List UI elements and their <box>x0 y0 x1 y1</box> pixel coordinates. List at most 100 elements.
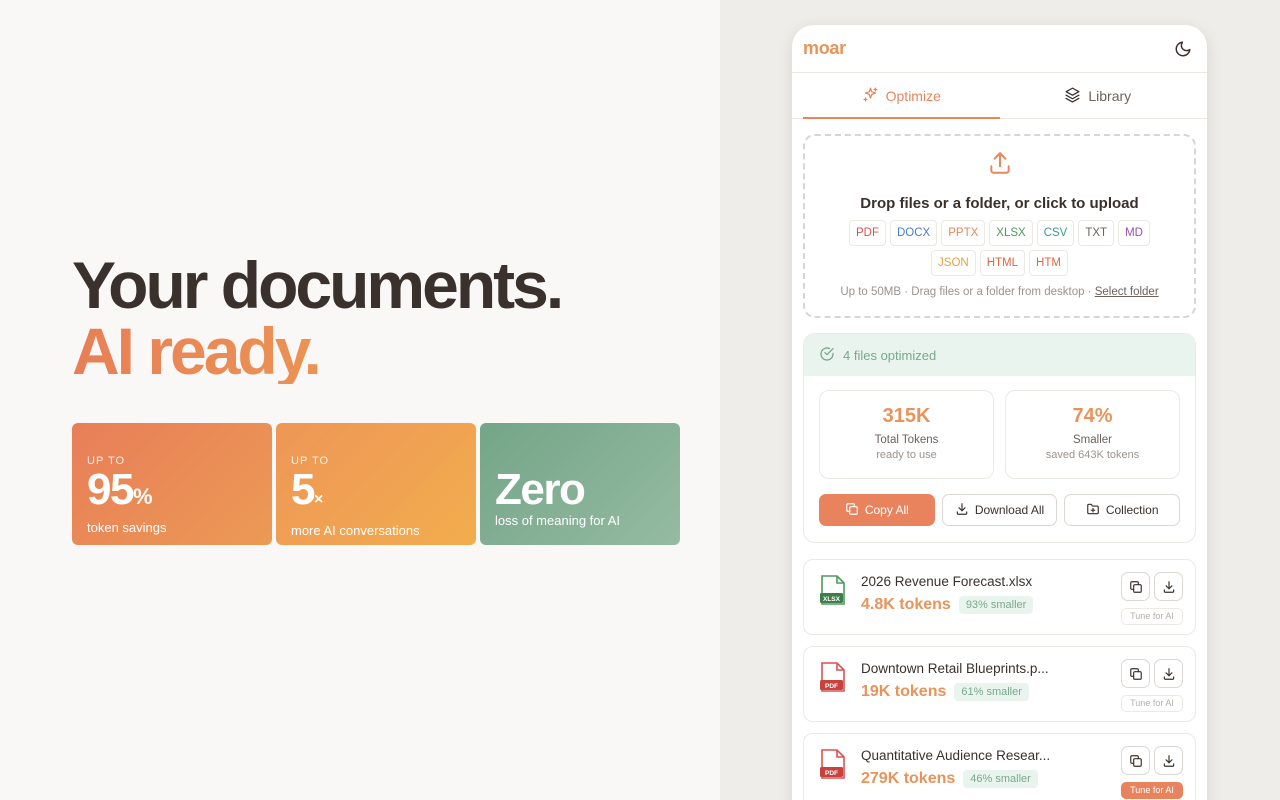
tab-library[interactable]: Library <box>1000 73 1197 118</box>
download-all-button[interactable]: Download All <box>941 494 1058 526</box>
file-icon-buttons <box>1121 746 1183 775</box>
file-tokens: 19K tokens <box>861 683 947 700</box>
layers-icon <box>1064 86 1081 106</box>
collection-button[interactable]: Collection <box>1064 494 1181 526</box>
file-name: Downtown Retail Blueprints.p... <box>861 661 1049 676</box>
metric-sublabel: ready to use <box>876 449 937 461</box>
button-label: Collection <box>1105 503 1159 517</box>
file-list: XLSX 2026 Revenue Forecast.xlsx 4.8K tok… <box>803 559 1196 800</box>
upload-icon <box>987 150 1013 181</box>
pdf-file-icon: PDF <box>820 748 846 780</box>
file-row[interactable]: PDF Quantitative Audience Resear... 279K… <box>803 733 1196 800</box>
stat-description: loss of meaning for AI <box>495 513 621 528</box>
file-type-label: PDF <box>825 683 838 690</box>
results-panel: 4 files optimized 315K Total Tokens read… <box>803 333 1196 543</box>
metric-value: 315K <box>882 405 931 427</box>
file-stats: 4.8K tokens 93% smaller <box>861 596 1061 614</box>
moon-icon[interactable] <box>1171 37 1195 61</box>
stat-card-token-savings: UP TO 95% token savings <box>72 423 272 545</box>
upload-hint-text: Up to 50MB · Drag files or a folder from… <box>840 286 1095 298</box>
stat-number: 5 <box>291 465 315 514</box>
format-chip: XLSX <box>989 220 1033 246</box>
file-row[interactable]: XLSX 2026 Revenue Forecast.xlsx 4.8K tok… <box>803 559 1196 635</box>
file-type-label: XLSX <box>823 596 841 603</box>
tune-for-ai-button[interactable]: Tune for AI <box>1121 782 1183 799</box>
format-chip: CSV <box>1036 220 1075 246</box>
stat-description: token savings <box>87 520 167 535</box>
format-chip: PPTX <box>941 220 986 246</box>
upload-dropzone[interactable]: Drop files or a folder, or click to uplo… <box>803 134 1196 318</box>
button-label: Copy All <box>864 503 909 517</box>
metric-smaller: 74% Smaller saved 643K tokens <box>1005 390 1180 479</box>
stat-card-zero-loss: Zero loss of meaning for AI <box>480 423 680 545</box>
download-file-button[interactable] <box>1154 572 1183 601</box>
metrics-row: 315K Total Tokens ready to use 74% Small… <box>804 376 1195 479</box>
stat-value: 95% <box>87 468 257 518</box>
stat-unit: % <box>132 484 153 509</box>
download-icon <box>1163 667 1174 680</box>
tune-for-ai-button[interactable]: Tune for AI <box>1121 608 1183 625</box>
headline-line-2: AI ready. <box>72 318 561 384</box>
headline: Your documents. AI ready. <box>72 252 564 384</box>
download-icon <box>955 502 969 519</box>
file-savings-badge: 93% smaller <box>958 596 1034 614</box>
download-file-button[interactable] <box>1154 746 1183 775</box>
copy-file-button[interactable] <box>1121 572 1150 601</box>
tab-label: Optimize <box>885 87 941 104</box>
pdf-file-icon: PDF <box>820 661 846 693</box>
download-file-button[interactable] <box>1154 659 1183 688</box>
file-row[interactable]: PDF Downtown Retail Blueprints.p... 19K … <box>803 646 1196 722</box>
download-icon <box>1163 754 1174 767</box>
hero-section: Your documents. AI ready. UP TO 95% toke… <box>0 0 720 800</box>
tab-optimize[interactable]: Optimize <box>803 73 1000 119</box>
file-controls: Tune for AI <box>1121 659 1183 712</box>
file-icon-buttons <box>1121 659 1183 688</box>
file-info: 2026 Revenue Forecast.xlsx 4.8K tokens 9… <box>861 574 1061 614</box>
file-controls: Tune for AI <box>1121 746 1183 799</box>
folder-plus-icon <box>1086 502 1100 519</box>
app-window: moar Optimize Library Drop files or a fo… <box>792 25 1207 800</box>
stat-prefix: UP TO <box>87 455 126 467</box>
xlsx-file-icon: XLSX <box>820 574 846 606</box>
stat-unit: × <box>313 491 324 508</box>
upload-hint: Up to 50MB · Drag files or a folder from… <box>840 286 1158 298</box>
download-icon <box>1163 580 1174 593</box>
copy-file-button[interactable] <box>1121 659 1150 688</box>
stat-description: more AI conversations <box>291 523 420 538</box>
stat-value: 5× <box>291 468 461 521</box>
metric-value: 74% <box>1072 405 1113 427</box>
copy-icon <box>1129 754 1142 767</box>
upload-title: Drop files or a folder, or click to uplo… <box>860 195 1139 212</box>
stat-number: 95 <box>87 465 134 514</box>
format-chip: HTML <box>979 250 1026 276</box>
copy-icon <box>845 502 859 519</box>
app-topbar: moar <box>792 25 1207 73</box>
button-label: Download All <box>974 503 1045 517</box>
copy-file-button[interactable] <box>1121 746 1150 775</box>
tune-for-ai-button[interactable]: Tune for AI <box>1121 695 1183 712</box>
file-type-label: PDF <box>825 770 838 777</box>
format-chips: PDF DOCX PPTX XLSX CSV TXT MD JSON HTML … <box>835 220 1165 276</box>
tab-label: Library <box>1088 87 1132 104</box>
sparkles-icon <box>862 86 879 106</box>
file-stats: 19K tokens 61% smaller <box>861 683 1061 701</box>
copy-icon <box>1129 667 1142 680</box>
format-chip: HTM <box>1029 250 1068 276</box>
file-icon-buttons <box>1121 572 1183 601</box>
file-stats: 279K tokens 46% smaller <box>861 770 1061 788</box>
results-header-text: 4 files optimized <box>843 347 937 363</box>
stat-value: Zero <box>495 465 586 514</box>
results-header: 4 files optimized <box>804 334 1195 376</box>
copy-all-button[interactable]: Copy All <box>819 494 935 526</box>
app-logo: moar <box>803 38 846 58</box>
stat-card-conversations: UP TO 5× more AI conversations <box>276 423 476 545</box>
format-chip: PDF <box>849 220 886 246</box>
stats-row: UP TO 95% token savings UP TO 5× more AI… <box>72 423 680 545</box>
tab-bar: Optimize Library <box>792 73 1207 119</box>
select-folder-link[interactable]: Select folder <box>1095 286 1159 298</box>
file-name: Quantitative Audience Resear... <box>861 748 1051 763</box>
stat-prefix: UP TO <box>291 455 330 467</box>
metric-sublabel: saved 643K tokens <box>1045 449 1140 461</box>
format-chip: TXT <box>1078 220 1115 246</box>
metric-total-tokens: 315K Total Tokens ready to use <box>819 390 994 479</box>
